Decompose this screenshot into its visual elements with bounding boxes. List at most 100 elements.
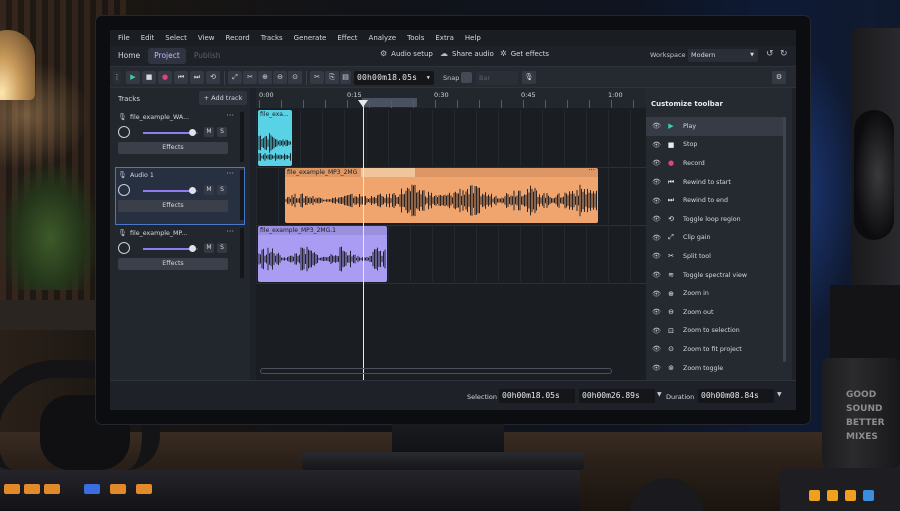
- panel-scrollbar[interactable]: [783, 117, 786, 362]
- rewind-end-button[interactable]: ⏭: [190, 71, 204, 84]
- selection-end[interactable]: 00h00m26.89s: [579, 389, 655, 403]
- audio-clip[interactable]: file_example_MP3_2MG ···: [285, 168, 598, 223]
- volume-slider[interactable]: [143, 245, 198, 252]
- customize-item-clip-gain[interactable]: 👁 ⤢ Clip gain: [646, 229, 784, 248]
- eye-icon[interactable]: 👁: [646, 178, 664, 186]
- volume-slider[interactable]: [143, 187, 198, 194]
- zoom-out-button[interactable]: ⊖: [273, 71, 287, 84]
- customize-item-zoom-in[interactable]: 👁 ⊕ Zoom in: [646, 284, 784, 303]
- mute-button[interactable]: M: [204, 127, 214, 137]
- tab-publish[interactable]: Publish: [188, 48, 227, 64]
- volume-thumb[interactable]: [188, 187, 196, 194]
- customize-item-stop[interactable]: 👁 ■ Stop: [646, 136, 784, 155]
- menu-tracks[interactable]: Tracks: [261, 34, 283, 42]
- chevron-down-icon[interactable]: ▼: [777, 391, 782, 398]
- eye-icon[interactable]: 👁: [646, 345, 664, 353]
- horizontal-scrollbar[interactable]: [260, 368, 612, 374]
- undo-icon[interactable]: ↺: [766, 49, 774, 59]
- customize-item-record[interactable]: 👁 ● Record: [646, 154, 784, 173]
- solo-button[interactable]: S: [217, 243, 227, 253]
- audio-setup-button[interactable]: ⚙ Audio setup: [380, 49, 433, 58]
- customize-item-rewind-to-end[interactable]: 👁 ⏭ Rewind to end: [646, 191, 784, 210]
- chevron-down-icon[interactable]: ▼: [657, 391, 662, 398]
- menu-generate[interactable]: Generate: [294, 34, 327, 42]
- more-options-icon[interactable]: ···: [588, 168, 595, 174]
- copy-button[interactable]: ⎘: [325, 71, 339, 84]
- split-button[interactable]: ✂: [243, 71, 257, 84]
- volume-thumb[interactable]: [188, 245, 196, 252]
- track-header-2[interactable]: 🎙 Audio 1 ··· M S Effects: [115, 167, 245, 225]
- more-options-icon[interactable]: ···: [226, 169, 234, 178]
- audio-clip[interactable]: file_example_MP3_2MG.1: [258, 226, 387, 282]
- tab-project[interactable]: Project: [148, 48, 186, 64]
- track-lane-1[interactable]: [256, 110, 646, 166]
- record-button[interactable]: ●: [158, 71, 172, 84]
- solo-button[interactable]: S: [217, 127, 227, 137]
- eye-icon[interactable]: 👁: [646, 327, 664, 335]
- redo-icon[interactable]: ↻: [780, 49, 788, 59]
- eye-icon[interactable]: 👁: [646, 252, 664, 260]
- selection-start[interactable]: 00h00m18.05s: [499, 389, 575, 403]
- menu-record[interactable]: Record: [226, 34, 250, 42]
- customize-item-toggle-spectral-view[interactable]: 👁 ≋ Toggle spectral view: [646, 266, 784, 285]
- track-name[interactable]: file_example_MP...: [130, 230, 187, 237]
- share-audio-button[interactable]: ☁ Share audio: [440, 49, 494, 58]
- effects-button[interactable]: Effects: [118, 258, 228, 270]
- snap-toggle[interactable]: [461, 72, 472, 83]
- track-header-3[interactable]: 🎙 file_example_MP... ··· M S Effects: [116, 226, 244, 280]
- menu-select[interactable]: Select: [165, 34, 187, 42]
- track-grip[interactable]: [240, 170, 244, 220]
- customize-item-zoom-to-fit-project[interactable]: 👁 ⊙ Zoom to fit project: [646, 340, 784, 359]
- timeline-ruler[interactable]: 0:00 0:15 0:30 0:45 1:00: [256, 88, 646, 108]
- add-track-button[interactable]: + Add track: [199, 91, 247, 105]
- eye-icon[interactable]: 👁: [646, 122, 664, 130]
- customize-item-play[interactable]: 👁 ▶ Play: [646, 117, 784, 136]
- zoom-fit-button[interactable]: ⊙: [288, 71, 302, 84]
- solo-button[interactable]: S: [217, 185, 227, 195]
- customize-item-rewind-to-start[interactable]: 👁 ⏮ Rewind to start: [646, 173, 784, 192]
- paste-button[interactable]: ▤: [340, 71, 351, 84]
- eye-icon[interactable]: 👁: [646, 215, 664, 223]
- playhead-handle[interactable]: [358, 100, 368, 107]
- volume-slider[interactable]: [143, 129, 198, 136]
- playhead[interactable]: [363, 100, 364, 380]
- menu-edit[interactable]: Edit: [141, 34, 155, 42]
- pan-knob[interactable]: [118, 126, 130, 138]
- menu-help[interactable]: Help: [465, 34, 481, 42]
- more-options-icon[interactable]: ···: [226, 227, 234, 236]
- timeline[interactable]: 0:00 0:15 0:30 0:45 1:00 file_exa... fil…: [256, 88, 646, 380]
- more-options-icon[interactable]: ···: [226, 111, 234, 120]
- eye-icon[interactable]: 👁: [646, 141, 664, 149]
- eye-icon[interactable]: 👁: [646, 271, 664, 279]
- customize-item-zoom-out[interactable]: 👁 ⊖ Zoom out: [646, 303, 784, 322]
- rewind-start-button[interactable]: ⏮: [174, 71, 188, 84]
- zoom-in-button[interactable]: ⊕: [258, 71, 272, 84]
- get-effects-button[interactable]: ✲ Get effects: [500, 49, 549, 58]
- eye-icon[interactable]: 👁: [646, 197, 664, 205]
- menu-tools[interactable]: Tools: [407, 34, 424, 42]
- track-header-1[interactable]: 🎙 file_example_WA... ··· M S Effects: [116, 110, 244, 164]
- microphone-icon[interactable]: 🎙: [522, 71, 536, 84]
- pan-knob[interactable]: [118, 242, 130, 254]
- eye-icon[interactable]: 👁: [646, 364, 664, 372]
- eye-icon[interactable]: 👁: [646, 234, 664, 242]
- audio-clip[interactable]: file_exa...: [258, 110, 292, 166]
- play-button[interactable]: ▶: [126, 71, 140, 84]
- customize-item-toggle-loop-region[interactable]: 👁 ⟲ Toggle loop region: [646, 210, 784, 229]
- track-grip[interactable]: [240, 112, 244, 162]
- pan-knob[interactable]: [118, 184, 130, 196]
- customize-item-zoom-to-selection[interactable]: 👁 ⊡ Zoom to selection: [646, 322, 784, 341]
- menu-effect[interactable]: Effect: [337, 34, 357, 42]
- eye-icon[interactable]: 👁: [646, 290, 664, 298]
- gear-icon[interactable]: ⚙: [772, 71, 786, 84]
- customize-item-zoom-toggle[interactable]: 👁 ⊚ Zoom toggle: [646, 359, 784, 378]
- workspace-select[interactable]: Modern ▼: [688, 49, 758, 62]
- toolbar-grip-icon[interactable]: ⋮: [113, 71, 121, 84]
- clip-gain-button[interactable]: ⤢: [228, 71, 242, 84]
- eye-icon[interactable]: 👁: [646, 308, 664, 316]
- snap-select[interactable]: Bar: [476, 71, 518, 85]
- stop-button[interactable]: ■: [142, 71, 156, 84]
- menu-analyze[interactable]: Analyze: [369, 34, 397, 42]
- volume-thumb[interactable]: [188, 129, 196, 136]
- tab-home[interactable]: Home: [112, 48, 146, 64]
